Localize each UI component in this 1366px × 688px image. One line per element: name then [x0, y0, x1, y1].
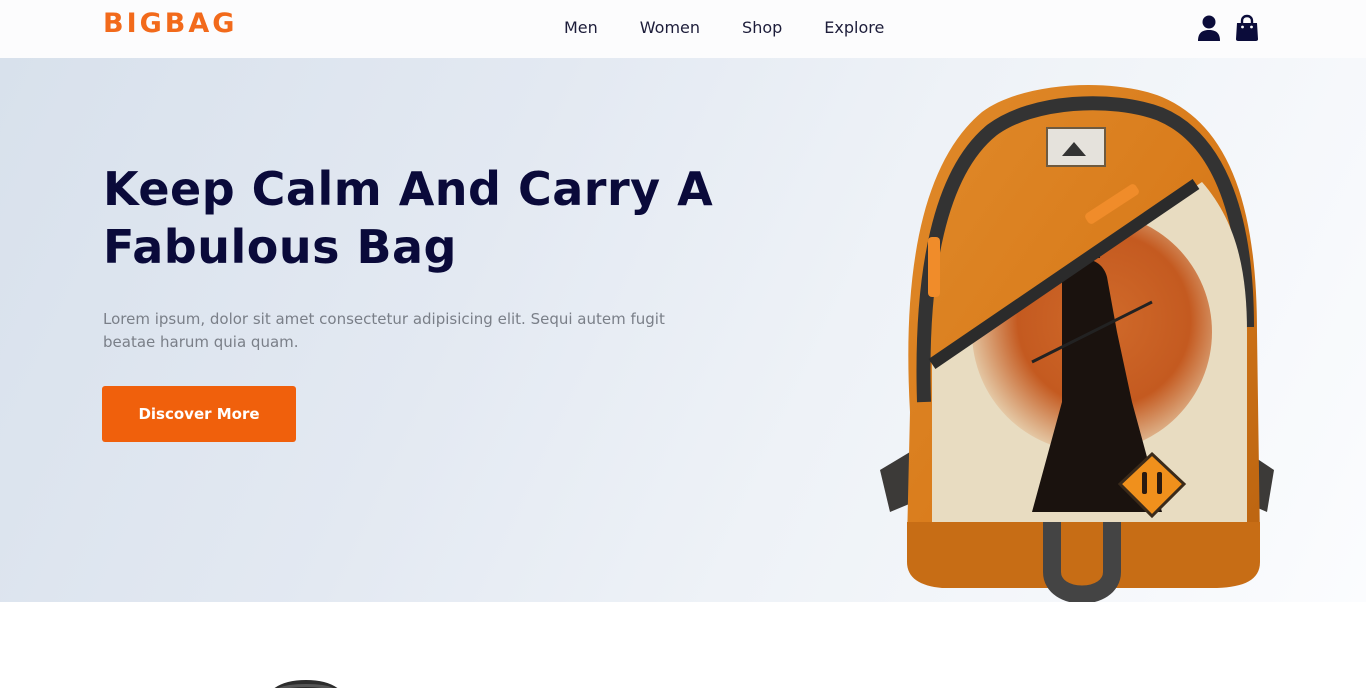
brand-logo[interactable]: BIGBAG — [103, 8, 237, 39]
user-icon[interactable] — [1196, 14, 1222, 42]
hero-title: Keep Calm And Carry A Fabulous Bag — [103, 162, 714, 274]
nav-link-shop[interactable]: Shop — [742, 18, 782, 37]
hero-description: Lorem ipsum, dolor sit amet consectetur … — [103, 310, 665, 351]
shopping-bag-icon[interactable] — [1234, 14, 1260, 42]
product-image — [274, 680, 338, 688]
backpack-image — [880, 85, 1274, 602]
discover-more-button[interactable]: Discover More — [102, 386, 296, 442]
nav-link-explore[interactable]: Explore — [824, 18, 884, 37]
nav-link-men[interactable]: Men — [564, 18, 598, 37]
hero-section: Keep Calm And Carry A Fabulous Bag Lorem… — [0, 58, 1366, 602]
main-nav: Men Women Shop Explore — [564, 18, 884, 37]
site-header: BIGBAG Men Women Shop Explore — [0, 0, 1366, 58]
nav-link-women[interactable]: Women — [640, 18, 700, 37]
featured-products-section — [0, 602, 1366, 688]
